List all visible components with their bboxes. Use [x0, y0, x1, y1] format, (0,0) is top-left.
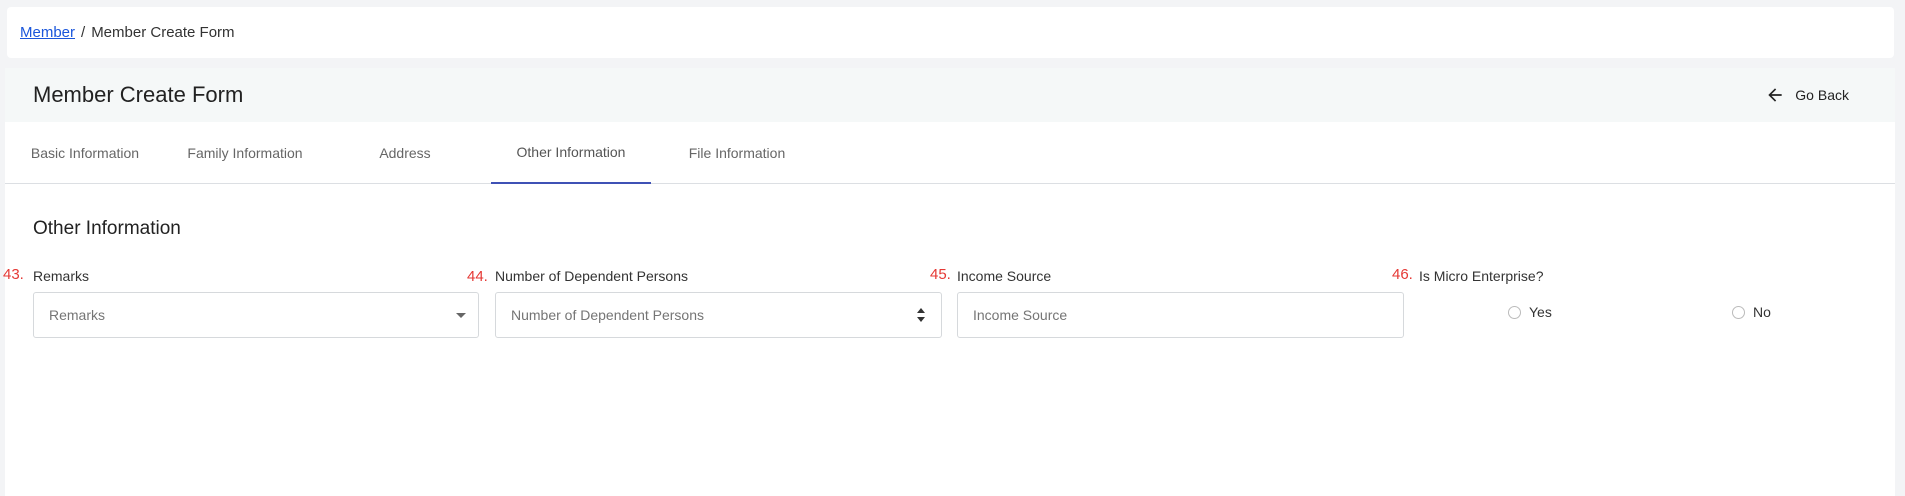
micro-enterprise-yes-radio[interactable]: Yes: [1508, 304, 1552, 320]
page-title: Member Create Form: [33, 82, 244, 107]
breadcrumb-member-link[interactable]: Member: [20, 24, 75, 41]
form-header: Member Create Form Go Back: [5, 68, 1895, 122]
go-back-button[interactable]: Go Back: [1765, 85, 1849, 105]
tab-address[interactable]: Address: [325, 122, 485, 184]
dependents-placeholder: Number of Dependent Persons: [511, 307, 704, 323]
form-card: Member Create Form Go Back Basic Informa…: [3, 68, 1895, 496]
sort-icon[interactable]: [916, 307, 926, 323]
dependents-number-input[interactable]: Number of Dependent Persons: [495, 292, 942, 338]
field-number-dependents: 44.: [467, 268, 488, 285]
income-source-label: Income Source: [957, 268, 1052, 284]
form-tabs: Basic Information Family Information Add…: [5, 122, 1895, 184]
field-number-remarks: 43.: [3, 266, 24, 283]
micro-enterprise-no-radio[interactable]: No: [1732, 304, 1771, 320]
tab-family-information[interactable]: Family Information: [165, 122, 325, 184]
micro-enterprise-label: Is Micro Enterprise?: [1419, 268, 1544, 284]
breadcrumb-separator: /: [81, 24, 86, 41]
arrow-left-icon: [1768, 88, 1782, 102]
income-source-input[interactable]: Income Source: [957, 292, 1404, 338]
radio-circle-icon: [1508, 305, 1521, 319]
remarks-label: Remarks: [33, 268, 90, 284]
field-number-micro-enterprise: 46.: [1392, 266, 1413, 283]
income-source-placeholder: Income Source: [973, 307, 1068, 323]
breadcrumb: Member / Member Create Form: [7, 7, 1894, 58]
radio-yes-label: Yes: [1529, 304, 1552, 320]
field-number-income-source: 45.: [930, 266, 951, 283]
tab-file-information[interactable]: File Information: [657, 122, 817, 184]
caret-down-icon: [456, 313, 466, 318]
go-back-label: Go Back: [1795, 87, 1849, 103]
tab-other-information[interactable]: Other Information: [491, 122, 651, 184]
radio-circle-icon: [1732, 305, 1745, 319]
breadcrumb-current: Member Create Form: [91, 24, 235, 41]
remarks-select[interactable]: Remarks: [33, 292, 479, 338]
radio-no-label: No: [1753, 304, 1771, 320]
dependents-label: Number of Dependent Persons: [495, 268, 688, 284]
section-title: Other Information: [33, 218, 181, 239]
remarks-placeholder: Remarks: [49, 307, 106, 323]
tab-basic-information[interactable]: Basic Information: [5, 122, 165, 184]
